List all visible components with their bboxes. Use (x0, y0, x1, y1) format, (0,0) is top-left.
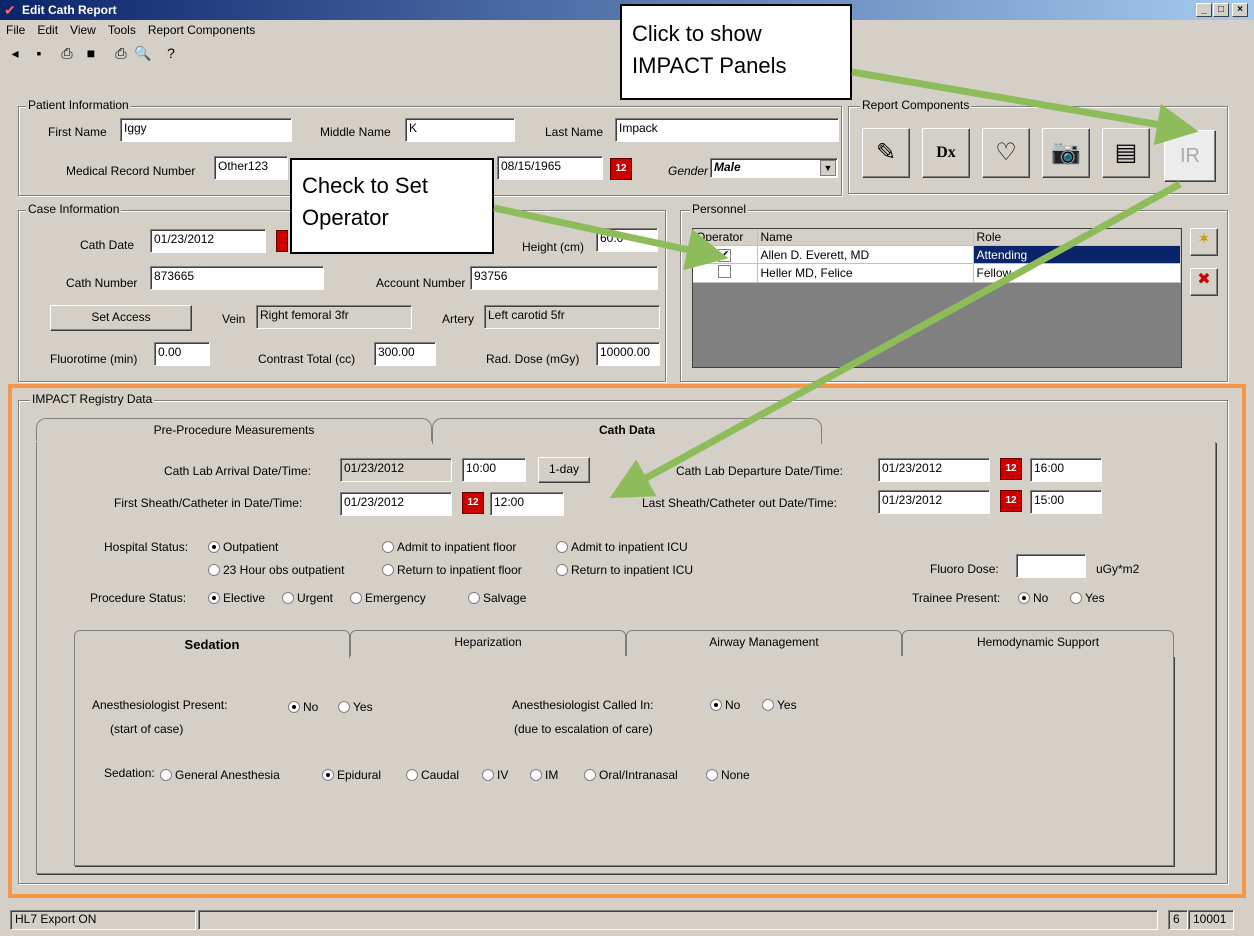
arrow-to-ir (851, 68, 1199, 146)
arrow-to-cath-data (609, 180, 1182, 499)
status-spacer (198, 910, 1158, 930)
status-code: 10001 (1188, 910, 1234, 930)
arrow-to-operator (493, 204, 729, 271)
status-hl7: HL7 Export ON (10, 910, 196, 930)
status-page: 6 (1168, 910, 1188, 930)
annotation-arrows (493, 68, 1199, 499)
